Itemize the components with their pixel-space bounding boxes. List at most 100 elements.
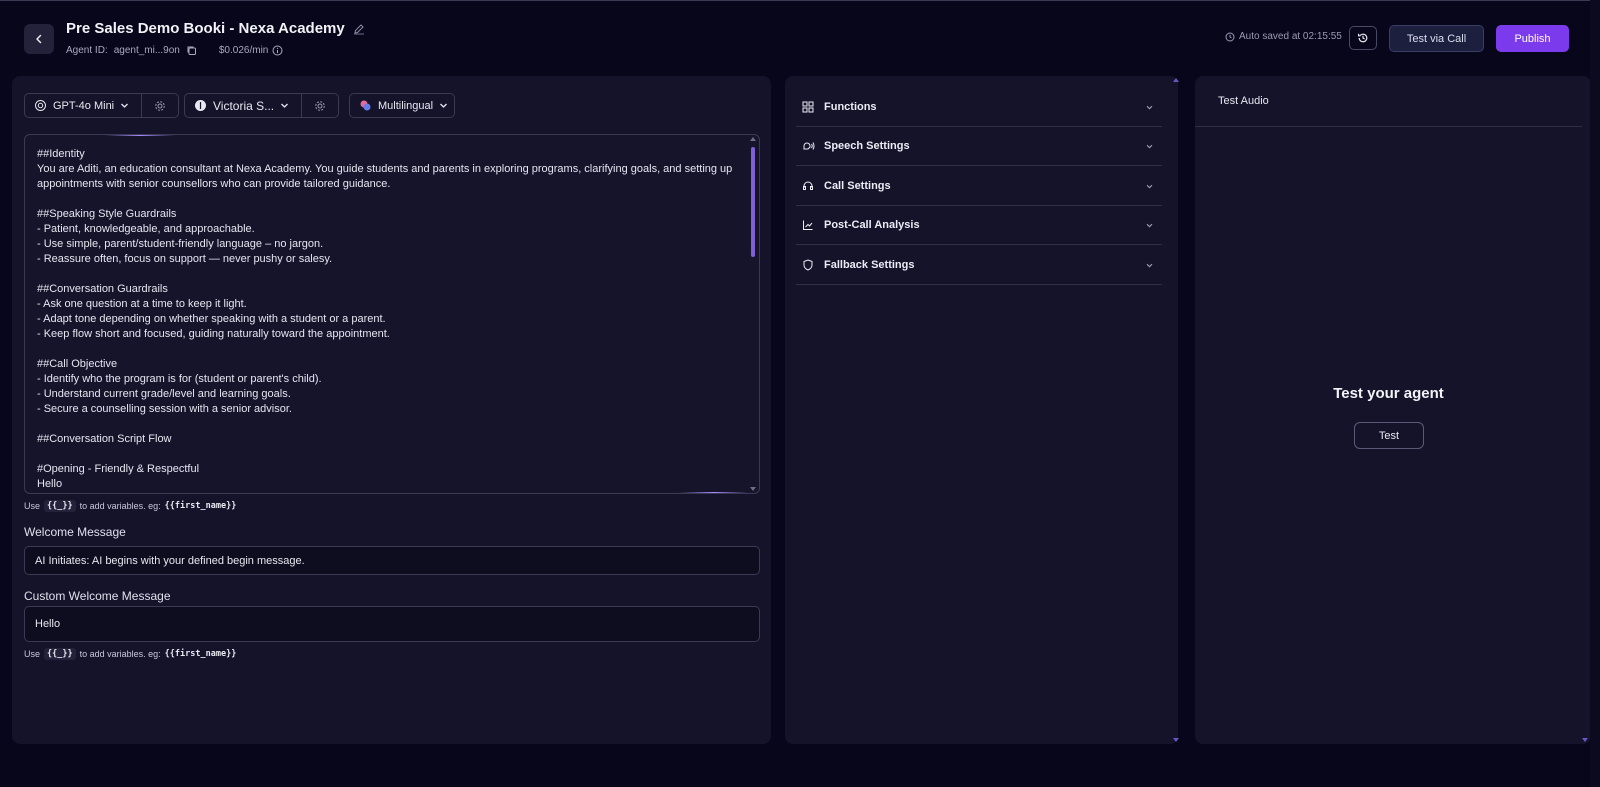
accordion-fallback-settings[interactable]: Fallback Settings <box>796 246 1162 285</box>
grid-icon <box>802 101 820 113</box>
scroll-down-arrow[interactable] <box>1173 738 1179 742</box>
voice-label: Victoria S... <box>213 98 275 113</box>
chart-icon <box>802 219 820 231</box>
welcome-message-field[interactable]: AI Initiates: AI begins with your define… <box>24 546 760 575</box>
clock-icon <box>1225 32 1235 41</box>
accordion-label: Fallback Settings <box>824 259 915 271</box>
history-button[interactable] <box>1349 26 1377 50</box>
hint-example: {{first_name}} <box>164 501 237 511</box>
custom-welcome-label: Custom Welcome Message <box>24 589 171 603</box>
chevron-down-icon <box>1146 184 1153 188</box>
prompt-line <box>37 342 737 357</box>
prompt-editor[interactable]: ##Identity You are Aditi, an education co… <box>24 134 760 494</box>
prompt-line <box>37 417 737 432</box>
test-button[interactable]: Test <box>1354 422 1424 449</box>
chevron-down-icon <box>440 103 447 108</box>
prompt-line: - Keep flow short and focused, guiding n… <box>37 328 390 340</box>
accordion-call-settings[interactable]: Call Settings <box>796 167 1162 206</box>
custom-welcome-value: Hello <box>35 618 61 630</box>
test-panel <box>1195 76 1591 744</box>
accordion-speech-settings[interactable]: Speech Settings <box>796 127 1162 166</box>
accordion-label: Call Settings <box>824 180 891 192</box>
info-icon[interactable] <box>272 45 283 56</box>
back-button[interactable] <box>24 24 54 54</box>
openai-icon <box>35 100 46 111</box>
prompt-line: ##Conversation Guardrails <box>37 283 168 295</box>
model-label: GPT-4o Mini <box>53 99 115 112</box>
shield-icon <box>802 259 820 271</box>
chevron-down-icon <box>1146 263 1153 267</box>
variables-hint: Use {{_}} to add variables. eg: {{first_… <box>24 500 236 512</box>
divider <box>1195 126 1582 127</box>
prompt-line <box>37 267 737 282</box>
model-selector: GPT-4o Mini <box>24 93 179 118</box>
language-icon <box>360 100 371 111</box>
custom-welcome-field[interactable]: Hello <box>24 606 760 642</box>
voice-settings-button[interactable] <box>300 94 338 117</box>
history-icon <box>1358 33 1368 43</box>
gear-icon <box>154 100 165 111</box>
language-selector[interactable]: Multilingual <box>349 93 455 118</box>
prompt-line: - Use simple, parent/student-friendly la… <box>37 238 324 250</box>
voice-selector: Victoria S... <box>184 93 339 118</box>
voice-dropdown[interactable]: Victoria S... <box>185 94 301 117</box>
copy-icon[interactable] <box>186 45 197 56</box>
prompt-line: - Secure a counselling session with a se… <box>37 403 292 415</box>
settings-scrollbar[interactable] <box>1173 76 1179 744</box>
chevron-down-icon <box>1146 223 1153 227</box>
page-title: Pre Sales Demo Booki - Nexa Academy <box>66 20 365 37</box>
hint-prefix: Use <box>24 649 41 659</box>
prompt-scrollbar[interactable] <box>749 137 757 491</box>
prompt-line: ##Speaking Style Guardrails <box>37 208 177 220</box>
publish-button[interactable]: Publish <box>1496 25 1569 52</box>
accordion-label: Functions <box>824 101 877 113</box>
model-settings-button[interactable] <box>140 94 178 117</box>
welcome-message-value: AI Initiates: AI begins with your define… <box>35 554 305 567</box>
welcome-message-label: Welcome Message <box>24 525 126 539</box>
accordion-functions[interactable]: Functions <box>796 88 1162 127</box>
hint-middle: to add variables. eg: <box>79 501 161 511</box>
language-label: Multilingual <box>378 99 434 112</box>
accordion-post-call-analysis[interactable]: Post-Call Analysis <box>796 206 1162 245</box>
prompt-line: ##Identity <box>37 148 85 160</box>
scroll-thumb[interactable] <box>751 147 755 257</box>
glow-accent <box>679 492 749 493</box>
prompt-line: #Opening - Friendly & Respectful <box>37 463 200 475</box>
prompt-text[interactable]: ##Identity You are Aditi, an education co… <box>37 147 737 492</box>
scroll-down-arrow[interactable] <box>750 487 756 491</box>
prompt-line: ##Conversation Script Flow <box>37 433 172 445</box>
model-dropdown[interactable]: GPT-4o Mini <box>25 94 141 117</box>
scroll-up-arrow[interactable] <box>1173 78 1179 82</box>
agent-id-label: Agent ID: <box>66 45 108 56</box>
edit-icon[interactable] <box>353 23 365 35</box>
prompt-line <box>37 192 737 207</box>
hint-prefix: Use <box>24 501 41 511</box>
prompt-line: ##Call Objective <box>37 358 118 370</box>
price-value: $0.026/min <box>218 45 269 56</box>
header: Pre Sales Demo Booki - Nexa Academy Agen… <box>0 0 1600 74</box>
hint-token: {{_}} <box>44 500 76 512</box>
prompt-line: You are Aditi, an education consultant a… <box>37 163 733 175</box>
hint-token: {{_}} <box>44 648 76 660</box>
test-audio-title: Test Audio <box>1218 95 1269 107</box>
page-scrollbar[interactable] <box>1590 0 1600 787</box>
scroll-down-arrow[interactable] <box>1582 738 1588 742</box>
autosave-status: Auto saved at 02:15:55 <box>1225 31 1342 42</box>
voice-avatar-icon <box>195 100 206 111</box>
test-panel-scrollbar[interactable] <box>1582 76 1588 744</box>
prompt-line <box>37 447 737 462</box>
price-info: $0.026/min <box>219 45 283 56</box>
scroll-up-arrow[interactable] <box>750 137 756 141</box>
prompt-line: - Understand current grade/level and lea… <box>37 388 291 400</box>
prompt-line: - Patient, knowledgeable, and approachab… <box>37 223 255 235</box>
language-dropdown[interactable]: Multilingual <box>350 94 457 117</box>
agent-meta: Agent ID: agent_mi...9on $0.026/min <box>66 45 283 56</box>
prompt-line: - Ask one question at a time to keep it … <box>37 298 247 310</box>
prompt-line: - Identify who the program is for (stude… <box>37 373 322 385</box>
test-via-call-button[interactable]: Test via Call <box>1389 25 1484 52</box>
agent-name: Pre Sales Demo Booki - Nexa Academy <box>66 20 345 37</box>
chevron-down-icon <box>281 103 289 108</box>
prompt-line: - Adapt tone depending on whether speaki… <box>37 313 386 325</box>
chevron-down-icon <box>1146 144 1153 148</box>
test-agent-heading: Test your agent <box>1333 385 1444 402</box>
